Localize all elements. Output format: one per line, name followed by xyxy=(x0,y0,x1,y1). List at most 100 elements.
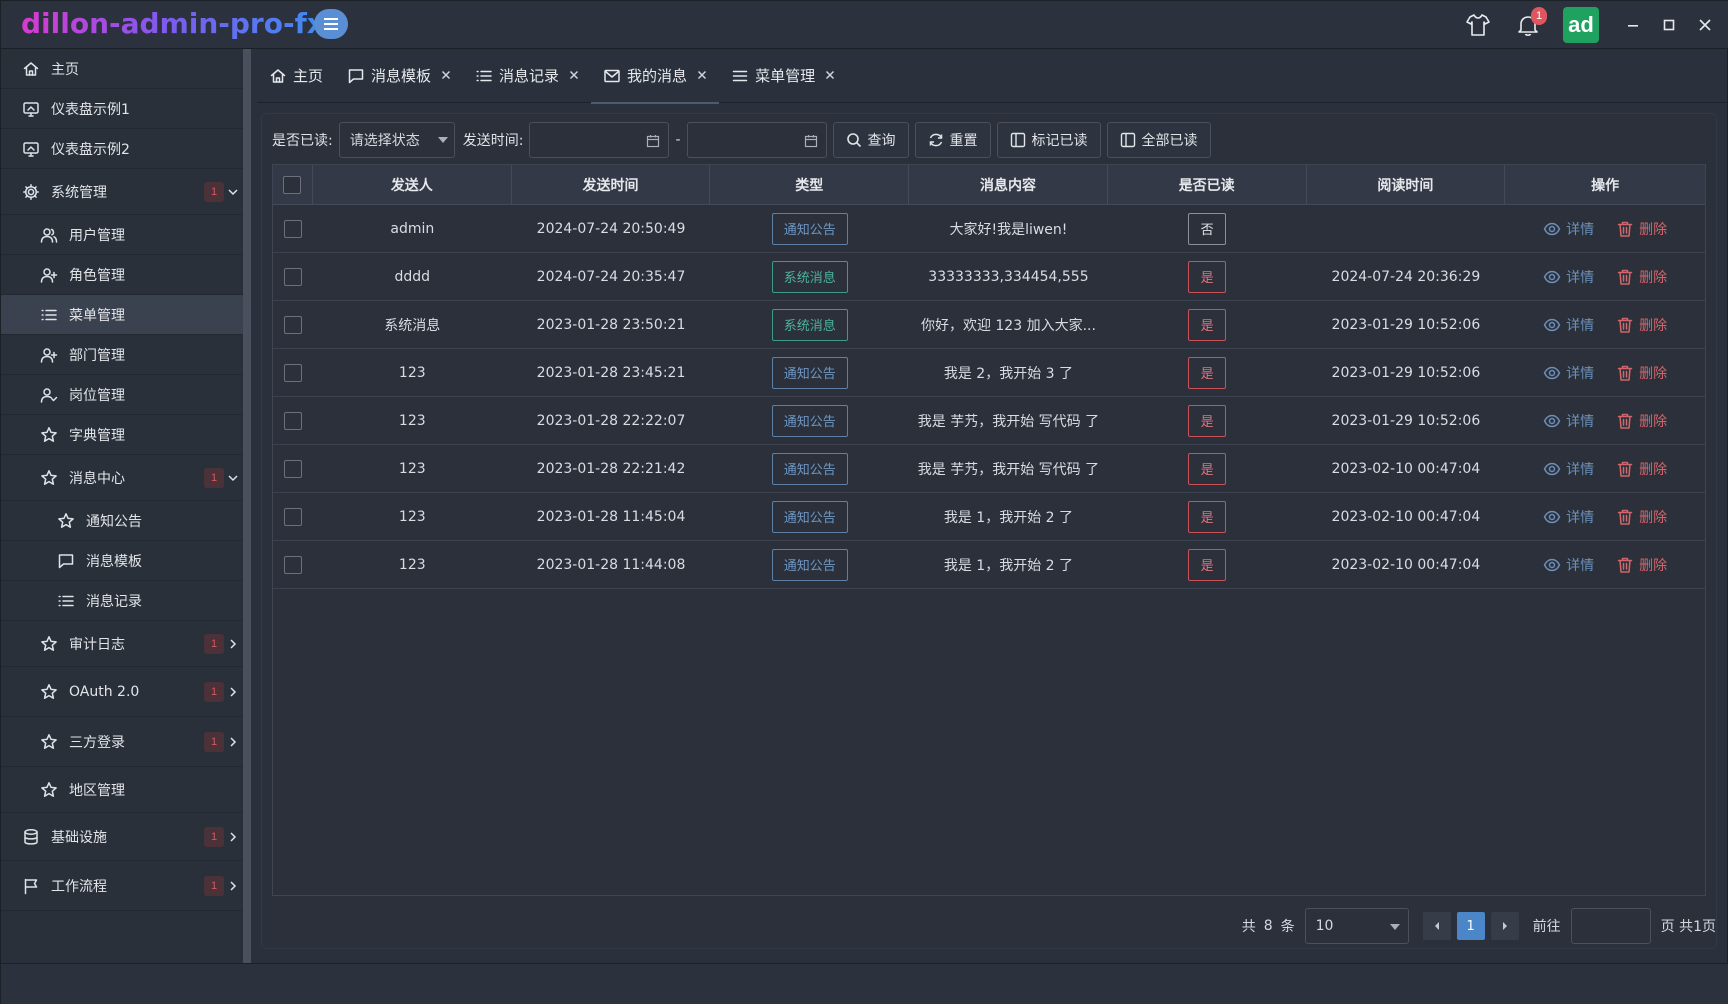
send-time-cell: 2023-01-28 23:50:21 xyxy=(536,316,686,333)
mark-read-button[interactable]: 标记已读 xyxy=(996,122,1101,158)
tab-my-messages[interactable]: 我的消息 xyxy=(591,49,720,104)
detail-button[interactable]: 详情 xyxy=(1543,459,1594,479)
read-status-select[interactable]: 请选择状态 xyxy=(338,122,455,158)
sidebar-item-item-9[interactable]: 字典管理 xyxy=(1,415,243,455)
column-header-type[interactable]: 类型 xyxy=(710,165,910,204)
column-header-send-time[interactable]: 发送时间 xyxy=(512,165,711,204)
end-date-input[interactable] xyxy=(686,122,827,158)
content-cell: 大家好!我是liwen! xyxy=(949,221,1068,238)
sidebar-item-label: 审计日志 xyxy=(69,636,125,653)
tab-home[interactable]: 主页 xyxy=(257,49,335,103)
next-page-button[interactable] xyxy=(1490,912,1519,940)
send-time-cell: 2023-01-28 11:44:08 xyxy=(536,556,686,573)
theme-shirt-button[interactable] xyxy=(1463,10,1493,40)
tab-message-log[interactable]: 消息记录 xyxy=(463,49,591,103)
goto-page-input[interactable] xyxy=(1570,908,1651,944)
row-select-cell xyxy=(273,541,313,588)
sidebar-item-item-13[interactable]: 消息记录 xyxy=(1,581,243,621)
sidebar-item-item-4[interactable]: 用户管理 xyxy=(1,215,243,255)
delete-button[interactable]: 删除 xyxy=(1616,555,1667,575)
chevron-down-icon xyxy=(437,137,448,143)
detail-button[interactable]: 详情 xyxy=(1543,315,1594,335)
user-plus-icon xyxy=(39,345,59,365)
sidebar-badge: 1 xyxy=(204,467,224,488)
sidebar-item-item-7[interactable]: 部门管理 xyxy=(1,335,243,375)
tab-close-icon[interactable] xyxy=(441,68,451,84)
sidebar-item-item-14[interactable]: 审计日志 1 xyxy=(1,621,243,667)
sidebar-item-item-19[interactable]: 工作流程 1 xyxy=(1,861,243,911)
page-number-button[interactable]: 1 xyxy=(1456,912,1485,940)
delete-button[interactable]: 删除 xyxy=(1616,507,1667,527)
column-header-content[interactable]: 消息内容 xyxy=(909,165,1108,204)
start-date-input[interactable] xyxy=(529,122,670,158)
notification-button[interactable]: 1 xyxy=(1513,7,1547,40)
row-checkbox[interactable] xyxy=(283,555,302,574)
delete-button[interactable]: 删除 xyxy=(1616,363,1667,383)
tab-menu-management[interactable]: 菜单管理 xyxy=(719,49,847,103)
delete-label: 删除 xyxy=(1639,365,1668,382)
sender-cell: 123 xyxy=(398,556,426,573)
detail-button[interactable]: 详情 xyxy=(1543,507,1594,527)
column-header-sender[interactable]: 发送人 xyxy=(313,165,512,204)
detail-button[interactable]: 详情 xyxy=(1543,411,1594,431)
sidebar-item-item-18[interactable]: 基础设施 1 xyxy=(1,813,243,861)
read-status-tag: 否 xyxy=(1188,212,1227,245)
select-all-checkbox[interactable] xyxy=(283,175,302,194)
maximize-button[interactable] xyxy=(1651,7,1687,43)
row-checkbox[interactable] xyxy=(283,459,302,478)
delete-button[interactable]: 删除 xyxy=(1616,315,1667,335)
row-checkbox[interactable] xyxy=(283,507,302,526)
sidebar-scrollbar[interactable] xyxy=(243,49,251,963)
column-header-read[interactable]: 是否已读 xyxy=(1108,165,1307,204)
tab-message-template[interactable]: 消息模板 xyxy=(335,49,463,103)
sidebar-item-item-3[interactable]: 系统管理 1 xyxy=(1,169,243,215)
sidebar-item-item-16[interactable]: 三方登录 1 xyxy=(1,717,243,767)
column-header-read-time[interactable]: 阅读时间 xyxy=(1307,165,1506,204)
prev-page-button[interactable] xyxy=(1422,912,1451,940)
detail-button[interactable]: 详情 xyxy=(1543,555,1594,575)
tab-close-icon[interactable] xyxy=(569,68,579,84)
sidebar-item-item-17[interactable]: 地区管理 xyxy=(1,767,243,813)
tab-close-icon[interactable] xyxy=(697,68,707,84)
minimize-button[interactable] xyxy=(1615,7,1651,43)
sidebar-item-1[interactable]: 仪表盘示例1 xyxy=(1,89,243,129)
delete-button[interactable]: 删除 xyxy=(1616,267,1667,287)
sidebar-item-item-5[interactable]: 角色管理 xyxy=(1,255,243,295)
query-button[interactable]: 查询 xyxy=(832,122,909,158)
page-size-select[interactable]: 10 xyxy=(1304,908,1409,944)
read-time-cell: 2023-02-10 00:47:04 xyxy=(1331,508,1481,525)
tab-close-icon[interactable] xyxy=(825,68,835,84)
chat-icon xyxy=(347,67,365,85)
sidebar-item-item-12[interactable]: 消息模板 xyxy=(1,541,243,581)
menu-toggle-button[interactable] xyxy=(314,9,348,39)
row-checkbox[interactable] xyxy=(283,363,302,382)
reset-button[interactable]: 重置 xyxy=(914,122,991,158)
avatar[interactable]: ad xyxy=(1563,7,1599,43)
eye-icon xyxy=(1543,462,1561,475)
sidebar-item-oauth-2-0[interactable]: OAuth 2.0 1 xyxy=(1,667,243,717)
sidebar-badge: 1 xyxy=(204,181,224,202)
delete-button[interactable]: 删除 xyxy=(1616,459,1667,479)
row-checkbox[interactable] xyxy=(283,219,302,238)
row-checkbox[interactable] xyxy=(283,315,302,334)
delete-button[interactable]: 删除 xyxy=(1616,219,1667,239)
sidebar-item-item-8[interactable]: 岗位管理 xyxy=(1,375,243,415)
all-read-button[interactable]: 全部已读 xyxy=(1106,122,1211,158)
delete-button[interactable]: 删除 xyxy=(1616,411,1667,431)
sidebar-item-2[interactable]: 仪表盘示例2 xyxy=(1,129,243,169)
actions-cell: 详情 删除 xyxy=(1505,493,1705,540)
detail-button[interactable]: 详情 xyxy=(1543,219,1594,239)
gear-icon xyxy=(23,183,39,200)
close-window-button[interactable] xyxy=(1687,7,1723,43)
detail-button[interactable]: 详情 xyxy=(1543,267,1594,287)
tab-label: 主页 xyxy=(293,67,324,85)
eye-icon xyxy=(1543,366,1561,379)
detail-button[interactable]: 详情 xyxy=(1543,363,1594,383)
content-cell: 我是 芋艿，我开始 写代码 了 xyxy=(917,461,1100,478)
sidebar-item-item-6[interactable]: 菜单管理 xyxy=(1,295,243,335)
sidebar-item-item-11[interactable]: 通知公告 xyxy=(1,501,243,541)
row-checkbox[interactable] xyxy=(283,411,302,430)
sidebar-item-item-0[interactable]: 主页 xyxy=(1,49,243,89)
sidebar-item-item-10[interactable]: 消息中心 1 xyxy=(1,455,243,501)
row-checkbox[interactable] xyxy=(283,267,302,286)
